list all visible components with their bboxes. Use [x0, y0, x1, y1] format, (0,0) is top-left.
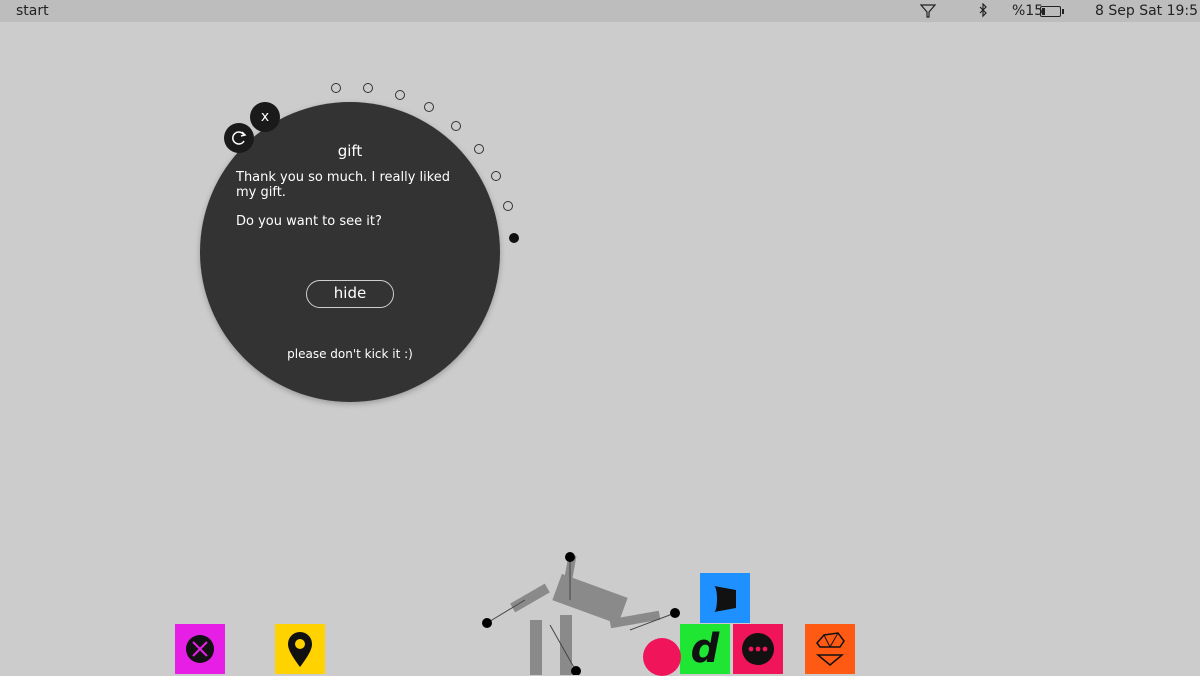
x-circle-icon [186, 635, 214, 663]
page-dot[interactable] [394, 89, 405, 100]
more-dots-icon [742, 633, 774, 665]
bluetooth-icon [979, 3, 987, 18]
battery-icon [1040, 6, 1064, 17]
tile-cup[interactable] [700, 573, 750, 623]
letter-d-icon: d [690, 626, 720, 672]
tile-more[interactable] [733, 624, 783, 674]
page-dot[interactable] [509, 232, 520, 243]
tile-location[interactable] [275, 624, 325, 674]
page-dot[interactable] [424, 102, 435, 113]
dialog-message: Thank you so much. I really liked my gif… [236, 170, 451, 200]
signal-icon [920, 4, 936, 18]
tile-d-app[interactable]: d [680, 624, 730, 674]
battery-percent: %15 [1012, 3, 1044, 19]
pink-ball[interactable] [643, 638, 681, 676]
refresh-icon [232, 131, 247, 145]
start-label[interactable]: start [16, 3, 49, 19]
hide-button[interactable]: hide [306, 280, 394, 308]
close-button[interactable]: x [250, 102, 280, 132]
page-dot[interactable] [362, 82, 373, 93]
close-icon: x [260, 109, 270, 125]
location-pin-icon [288, 632, 312, 667]
tile-gem[interactable] [805, 624, 855, 674]
page-dot[interactable] [330, 82, 341, 93]
page-dot[interactable] [491, 170, 502, 181]
page-dot[interactable] [451, 120, 462, 131]
cup-icon [711, 586, 736, 612]
page-dot[interactable] [503, 200, 514, 211]
dialog-question: Do you want to see it? [236, 214, 382, 229]
dialog-footer: please don't kick it :) [287, 347, 413, 361]
refresh-button[interactable] [224, 123, 254, 153]
date-time: 8 Sep Sat 19:5 [1095, 3, 1199, 19]
gem-icon [815, 632, 845, 666]
tile-x-circle[interactable] [175, 624, 225, 674]
status-bar: start %15 8 Sep Sat 19:5 [0, 0, 1200, 22]
